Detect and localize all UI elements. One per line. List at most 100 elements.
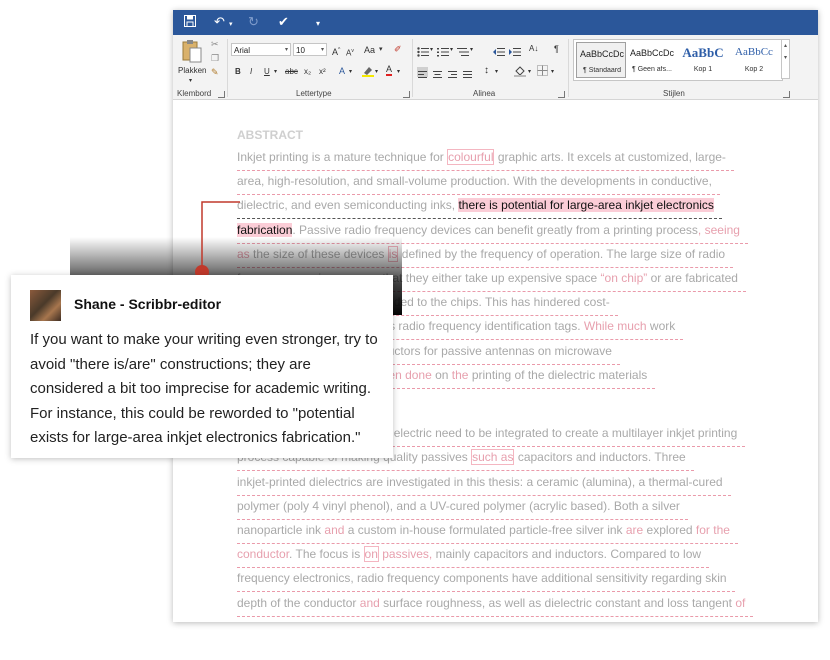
checkmark-icon[interactable]: ✔ [278,14,289,30]
font-color-dropdown-icon[interactable]: ▾ [397,66,400,78]
tracked-change[interactable]: and [324,523,344,537]
underline-button[interactable]: U [264,66,270,78]
style-kop-2[interactable]: AaBbCc Kop 2 [729,42,779,78]
tracked-change[interactable]: “on chip” [601,271,648,285]
styles-group-label: Stijlen [663,89,685,98]
font-color-button[interactable]: A [386,64,393,76]
borders-icon[interactable] [537,65,548,79]
tracked-change[interactable]: such as [471,449,515,466]
shrink-font-button[interactable]: Av [346,45,354,60]
paste-dropdown-icon[interactable]: ▾ [189,75,192,87]
strikethrough-button[interactable]: abc [285,66,298,78]
underline-dropdown-icon[interactable]: ▾ [274,66,277,78]
clipboard-launcher-icon[interactable] [218,91,225,98]
comment-author: Shane - Scribbr-editor [74,296,222,312]
line-spacing-dropdown-icon[interactable]: ▾ [495,66,498,78]
undo-icon[interactable]: ↶ [214,14,225,30]
tracked-change[interactable]: , seeing [698,223,740,237]
text-run: frequency electronics, radio frequency c… [237,571,727,586]
tracked-change[interactable]: These [311,620,344,622]
save-icon[interactable] [184,15,196,27]
change-case-dropdown-icon[interactable]: ▾ [379,44,383,56]
font-name-box[interactable]: Arial ▾ [231,43,291,56]
align-center-icon[interactable] [432,67,443,85]
align-left-icon[interactable] [417,67,428,78]
font-group-label: Lettertype [296,89,332,98]
style-name: Kop 1 [693,66,713,73]
text-run: or are fabricated [647,271,738,285]
tracked-change[interactable]: of [555,620,565,622]
numbering-dropdown-icon[interactable]: ▾ [450,44,453,56]
tracked-change[interactable]: on [363,546,379,563]
shading-icon[interactable] [514,65,526,80]
text-run: . The focus is [289,547,364,562]
subscript-button[interactable]: x₂ [304,66,311,78]
italic-button[interactable]: I [250,66,252,78]
styles-scroll[interactable]: ▴ ▾ [781,39,790,79]
grow-font-button[interactable]: A^ [332,44,340,58]
cut-icon[interactable]: ✂ [211,38,219,50]
undo-dropdown-icon[interactable]: ▾ [229,17,233,33]
show-formatting-button[interactable]: ¶ [554,43,559,55]
styles-launcher-icon[interactable] [783,91,790,98]
multilevel-list-icon[interactable] [457,44,469,62]
text-run: on [431,367,452,382]
style-kop-1[interactable]: AaBbC Kop 1 [678,42,728,78]
comment-text: If you want to make your writing even st… [30,331,378,446]
superscript-button[interactable]: x² [319,66,326,78]
tracked-change[interactable]: for the [696,523,730,537]
align-right-icon[interactable] [447,67,458,85]
text-run: graphic arts. It excels at customized, l… [494,150,726,164]
style-preview: AaBbCc [735,46,773,58]
tracked-change[interactable]: conductor [237,547,289,561]
tracked-change[interactable]: the [452,368,469,382]
abstract-heading: ABSTRACT [237,128,303,142]
highlight-icon[interactable] [362,65,374,80]
style-standaard[interactable]: AaBbCcDc ¶ Standaard [576,42,626,78]
change-case-button[interactable]: Aa [364,44,375,56]
format-painter-icon[interactable]: ✎ [211,66,219,78]
copy-icon[interactable]: ❐ [211,52,219,64]
bold-button[interactable]: B [235,66,241,78]
decrease-indent-icon[interactable] [493,44,505,62]
text-run: bonded to the chips. This has hindered c… [370,295,610,310]
tracked-change[interactable]: passives, [382,547,432,561]
tracked-change[interactable]: are [626,523,643,537]
document-line: polymer (poly 4 vinyl phenol), and a UV-… [237,499,688,523]
borders-dropdown-icon[interactable]: ▾ [551,66,554,78]
bullets-icon[interactable] [417,44,429,62]
sort-icon[interactable]: A↓ [529,43,538,55]
shading-dropdown-icon[interactable]: ▾ [528,66,531,78]
font-size-box[interactable]: 10 ▾ [293,43,327,56]
bullets-dropdown-icon[interactable]: ▾ [430,44,433,56]
highlight-dropdown-icon[interactable]: ▾ [375,66,378,78]
line-spacing-icon[interactable]: ↕ [484,65,489,77]
commented-text[interactable]: there is potential for large-area inkjet… [458,198,714,213]
text-run: the dielectric. [237,620,311,622]
avatar [30,290,61,321]
style-geen-afstand[interactable]: AaBbCcDc ¶ Geen afs... [627,42,677,78]
document-line: conductor. The focus is on passives, mai… [237,546,710,571]
customize-toolbar-icon[interactable]: ▾ [316,16,320,32]
clear-formatting-icon[interactable]: ✐ [394,43,402,55]
font-launcher-icon[interactable] [403,91,410,98]
paste-button[interactable] [182,39,202,63]
paragraph-group-label: Alinea [473,89,496,98]
increase-indent-icon[interactable] [509,44,521,62]
commented-text[interactable]: fabrication [237,222,293,237]
paragraph-launcher-icon[interactable] [558,91,565,98]
font-size-dropdown-icon[interactable]: ▾ [321,44,324,57]
tracked-change[interactable]: of [735,596,745,610]
tracked-change[interactable]: While much [584,319,647,333]
text-effects-dropdown-icon[interactable]: ▾ [349,66,352,78]
numbering-icon[interactable] [437,44,449,62]
text-effects-button[interactable]: A [339,65,345,77]
font-name-dropdown-icon[interactable]: ▾ [285,44,288,57]
quick-access-toolbar: ↶ ▾ ↻ ✔ ▾ [173,10,818,35]
redo-icon[interactable]: ↻ [248,14,259,30]
tracked-change[interactable]: colourful [447,149,495,165]
multilevel-dropdown-icon[interactable]: ▾ [470,44,473,56]
justify-icon[interactable] [462,67,473,85]
group-separator [412,39,413,97]
tracked-change[interactable]: and [360,596,380,610]
